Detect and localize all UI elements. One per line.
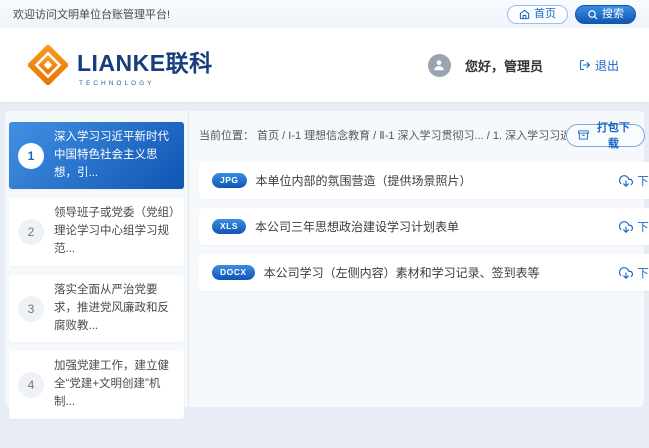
download-label: 下载 — [637, 265, 649, 281]
file-name: 本单位内部的氛围营造（提供场景照片） — [256, 172, 620, 189]
home-button-label: 首页 — [534, 9, 556, 20]
logo-latin: LIANKE — [77, 50, 166, 77]
sidebar-item-label: 领导班子或党委（党组）理论学习中心组学习规范... — [54, 205, 175, 258]
item-number: 3 — [18, 296, 44, 322]
greeting-text: 您好，管理员 — [465, 56, 543, 75]
cloud-download-icon — [619, 266, 633, 280]
file-row: JPG 本单位内部的氛围营造（提供场景照片） 下载 — [199, 162, 649, 199]
logo-subtitle: TECHNOLOGY — [77, 80, 213, 87]
file-name: 本公司三年思想政治建设学习计划表单 — [255, 218, 619, 235]
content-header: 当前位置： 首页 / I-1 理想信念教育 / Ⅱ-1 深入学习贯彻习... /… — [199, 123, 649, 147]
file-name: 本公司学习（左侧内容）素材和学习记录、签到表等 — [264, 264, 620, 281]
package-download-button[interactable]: 打包下载 — [566, 124, 645, 147]
breadcrumb: 当前位置： 首页 / I-1 理想信念教育 / Ⅱ-1 深入学习贯彻习... /… — [199, 127, 566, 143]
file-type-badge: DOCX — [212, 265, 255, 280]
home-button[interactable]: 首页 — [507, 5, 568, 24]
avatar — [428, 54, 451, 77]
download-link[interactable]: 下载 — [619, 265, 649, 281]
content-actions: 打包下载 — [566, 124, 649, 147]
main-panel: 1 深入学习习近平新时代中国特色社会主义思想，引... 2 领导班子或党委（党组… — [5, 111, 644, 407]
welcome-text: 欢迎访问文明单位台账管理平台! — [13, 6, 170, 22]
item-number: 1 — [18, 143, 44, 169]
topbar-actions: 首页 搜索 — [507, 5, 636, 24]
file-row: XLS 本公司三年思想政治建设学习计划表单 下载 — [199, 208, 649, 245]
download-link[interactable]: 下载 — [619, 219, 649, 235]
file-row: DOCX 本公司学习（左侧内容）素材和学习记录、签到表等 下载 — [199, 254, 649, 291]
user-icon — [432, 58, 446, 72]
download-label: 下载 — [637, 173, 649, 189]
logout-icon — [579, 59, 591, 71]
page: 欢迎访问文明单位台账管理平台! 首页 搜索 — [0, 0, 649, 448]
download-link[interactable]: 下载 — [619, 173, 649, 189]
item-number: 2 — [18, 219, 44, 245]
file-type-badge: XLS — [212, 219, 246, 234]
cloud-download-icon — [619, 220, 633, 234]
file-type-badge: JPG — [212, 173, 247, 188]
download-label: 下载 — [637, 219, 649, 235]
search-button-label: 搜索 — [602, 9, 624, 20]
sidebar-item-2[interactable]: 2 领导班子或党委（党组）理论学习中心组学习规范... — [9, 198, 184, 265]
sidebar: 1 深入学习习近平新时代中国特色社会主义思想，引... 2 领导班子或党委（党组… — [5, 111, 189, 407]
content: 当前位置： 首页 / I-1 理想信念教育 / Ⅱ-1 深入学习贯彻习... /… — [189, 111, 649, 407]
sidebar-item-1[interactable]: 1 深入学习习近平新时代中国特色社会主义思想，引... — [9, 122, 184, 189]
topbar: 欢迎访问文明单位台账管理平台! 首页 搜索 — [0, 0, 649, 28]
package-icon — [578, 129, 589, 141]
logo: LIANKE联科 TECHNOLOGY — [28, 44, 213, 87]
user-area: 您好，管理员 退出 — [428, 54, 619, 77]
search-icon — [587, 9, 598, 20]
package-download-label: 打包下载 — [594, 119, 634, 151]
main: 1 深入学习习近平新时代中国特色社会主义思想，引... 2 领导班子或党委（党组… — [0, 102, 649, 448]
sidebar-item-label: 深入学习习近平新时代中国特色社会主义思想，引... — [54, 129, 175, 182]
logo-icon — [28, 45, 68, 85]
sidebar-item-3[interactable]: 3 落实全面从严治党要求，推进党风廉政和反腐败教... — [9, 275, 184, 342]
logo-text: LIANKE联科 TECHNOLOGY — [77, 44, 213, 87]
search-button[interactable]: 搜索 — [575, 5, 636, 24]
item-number: 4 — [18, 372, 44, 398]
home-icon — [519, 9, 530, 20]
sidebar-item-label: 加强党建工作，建立健全“党建+文明创建”机制... — [54, 358, 175, 411]
cloud-download-icon — [619, 174, 633, 188]
file-list: JPG 本单位内部的氛围营造（提供场景照片） 下载 XLS 本公司三年思想政治建… — [199, 162, 649, 291]
sidebar-item-4[interactable]: 4 加强党建工作，建立健全“党建+文明创建”机制... — [9, 351, 184, 418]
logo-cn: 联科 — [166, 44, 213, 78]
logout-label: 退出 — [595, 57, 619, 74]
logout-button[interactable]: 退出 — [579, 57, 619, 74]
sidebar-item-label: 落实全面从严治党要求，推进党风廉政和反腐败教... — [54, 282, 175, 335]
header: LIANKE联科 TECHNOLOGY 您好，管理员 退出 — [0, 28, 649, 102]
